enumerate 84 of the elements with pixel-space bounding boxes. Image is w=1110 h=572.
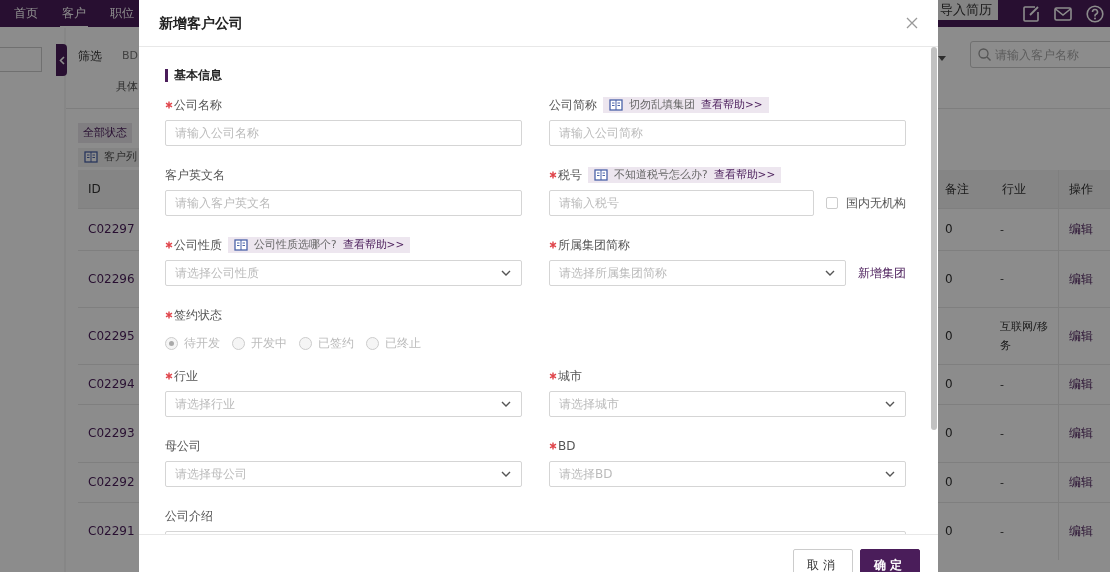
table-cell: 0 — [945, 271, 953, 286]
field-label: 签约状态 — [165, 306, 222, 324]
field-label: 公司名称 — [165, 96, 222, 114]
field-label: BD — [549, 437, 576, 455]
chevron-down-icon — [500, 268, 512, 278]
table-cell: C02294 — [88, 377, 135, 391]
help-link[interactable]: 查看帮助>> — [342, 237, 405, 253]
sidebar-search-field[interactable] — [0, 47, 42, 72]
book-icon — [84, 151, 98, 164]
collapse-button[interactable] — [56, 44, 67, 76]
status-tab[interactable]: 全部状态 — [78, 122, 132, 143]
dialog-title: 新增客户公司 — [159, 13, 243, 33]
tip-text: 切勿乱填集团 — [629, 97, 695, 113]
book-icon — [234, 239, 248, 251]
filter-label: 筛选 — [78, 48, 102, 65]
edit-icon[interactable] — [1022, 4, 1040, 23]
field-label: 客户英文名 — [165, 167, 225, 184]
table-cell: 0 — [945, 328, 953, 343]
table-cell: 0 — [945, 377, 953, 391]
edit-link[interactable]: 编辑 — [1068, 222, 1093, 236]
search-icon — [978, 48, 991, 61]
cancel-button[interactable]: 取消 — [793, 549, 853, 572]
table-cell: C02296 — [88, 271, 135, 286]
scrollbar[interactable] — [931, 47, 937, 430]
table-cell: C02297 — [88, 222, 135, 236]
table-cell: C02295 — [88, 328, 135, 343]
edit-link[interactable]: 编辑 — [1068, 377, 1093, 391]
caret-down-icon — [938, 56, 946, 61]
filter-option[interactable]: 具体 — [116, 80, 138, 93]
field-label: 公司简称 — [549, 97, 597, 114]
field-label: 所属集团简称 — [549, 236, 630, 254]
help-link[interactable]: 查看帮助>> — [701, 97, 763, 113]
mail-icon[interactable] — [1054, 6, 1072, 21]
help-link[interactable]: 查看帮助>> — [713, 167, 776, 183]
field-label: 公司介绍 — [165, 508, 213, 525]
table-cell: 互联网/移 务 — [1000, 320, 1048, 352]
field-label: 公司性质 — [165, 236, 222, 254]
table-cell: C02291 — [88, 524, 135, 539]
book-icon — [594, 169, 608, 181]
add-group-link[interactable]: 新增集团 — [858, 264, 906, 282]
table-cell: - — [1000, 475, 1004, 489]
checkbox-option[interactable]: 国内无机构 — [826, 194, 906, 212]
text-field[interactable]: 请输入税号 — [549, 190, 814, 216]
help-icon[interactable] — [1086, 4, 1104, 23]
close-icon — [906, 17, 918, 29]
edit-link[interactable]: 编辑 — [1068, 271, 1093, 286]
chevron-down-icon — [500, 399, 512, 409]
text-field[interactable]: 请输入客户英文名 — [165, 190, 522, 216]
column-header: 备注 — [945, 181, 969, 196]
column-header: ID — [88, 181, 101, 196]
chevron-down-icon — [884, 399, 896, 409]
confirm-button[interactable]: 确定 — [860, 549, 920, 572]
field-label: 税号 — [549, 166, 582, 184]
tip-text: 不知道税号怎么办? — [614, 167, 708, 183]
table-cell: C02293 — [88, 426, 135, 440]
field-label: 行业 — [165, 367, 198, 385]
edit-link[interactable]: 编辑 — [1068, 426, 1093, 440]
text-field[interactable]: 请输入公司简称 — [549, 120, 906, 146]
table-cell: 0 — [945, 524, 953, 539]
tip-text: 公司性质选哪个? — [254, 237, 337, 253]
book-icon — [609, 99, 623, 111]
table-cell: 0 — [945, 222, 953, 236]
section-title: 基本信息 — [165, 69, 222, 82]
table-cell: - — [1000, 525, 1004, 538]
table-cell: - — [1000, 377, 1004, 391]
table-cell: - — [1000, 426, 1004, 440]
edit-link[interactable]: 编辑 — [1068, 475, 1093, 489]
column-header: 行业 — [1002, 181, 1026, 196]
table-cell: - — [1000, 272, 1004, 286]
chevron-down-icon — [500, 469, 512, 479]
chevron-left-icon — [58, 55, 65, 65]
text-field[interactable]: 请输入公司名称 — [165, 120, 522, 146]
table-cell: 0 — [945, 475, 953, 489]
field-label: 母公司 — [165, 438, 201, 455]
table-cell: 0 — [945, 426, 953, 440]
table-cell: C02292 — [88, 475, 135, 489]
edit-link[interactable]: 编辑 — [1068, 328, 1093, 343]
field-label: 城市 — [549, 367, 582, 385]
chevron-down-icon — [824, 268, 836, 278]
column-header: 操作 — [1068, 181, 1093, 196]
close-button[interactable] — [906, 17, 918, 29]
table-cell: - — [1000, 222, 1004, 236]
edit-link[interactable]: 编辑 — [1068, 524, 1093, 539]
chevron-down-icon — [884, 469, 896, 479]
